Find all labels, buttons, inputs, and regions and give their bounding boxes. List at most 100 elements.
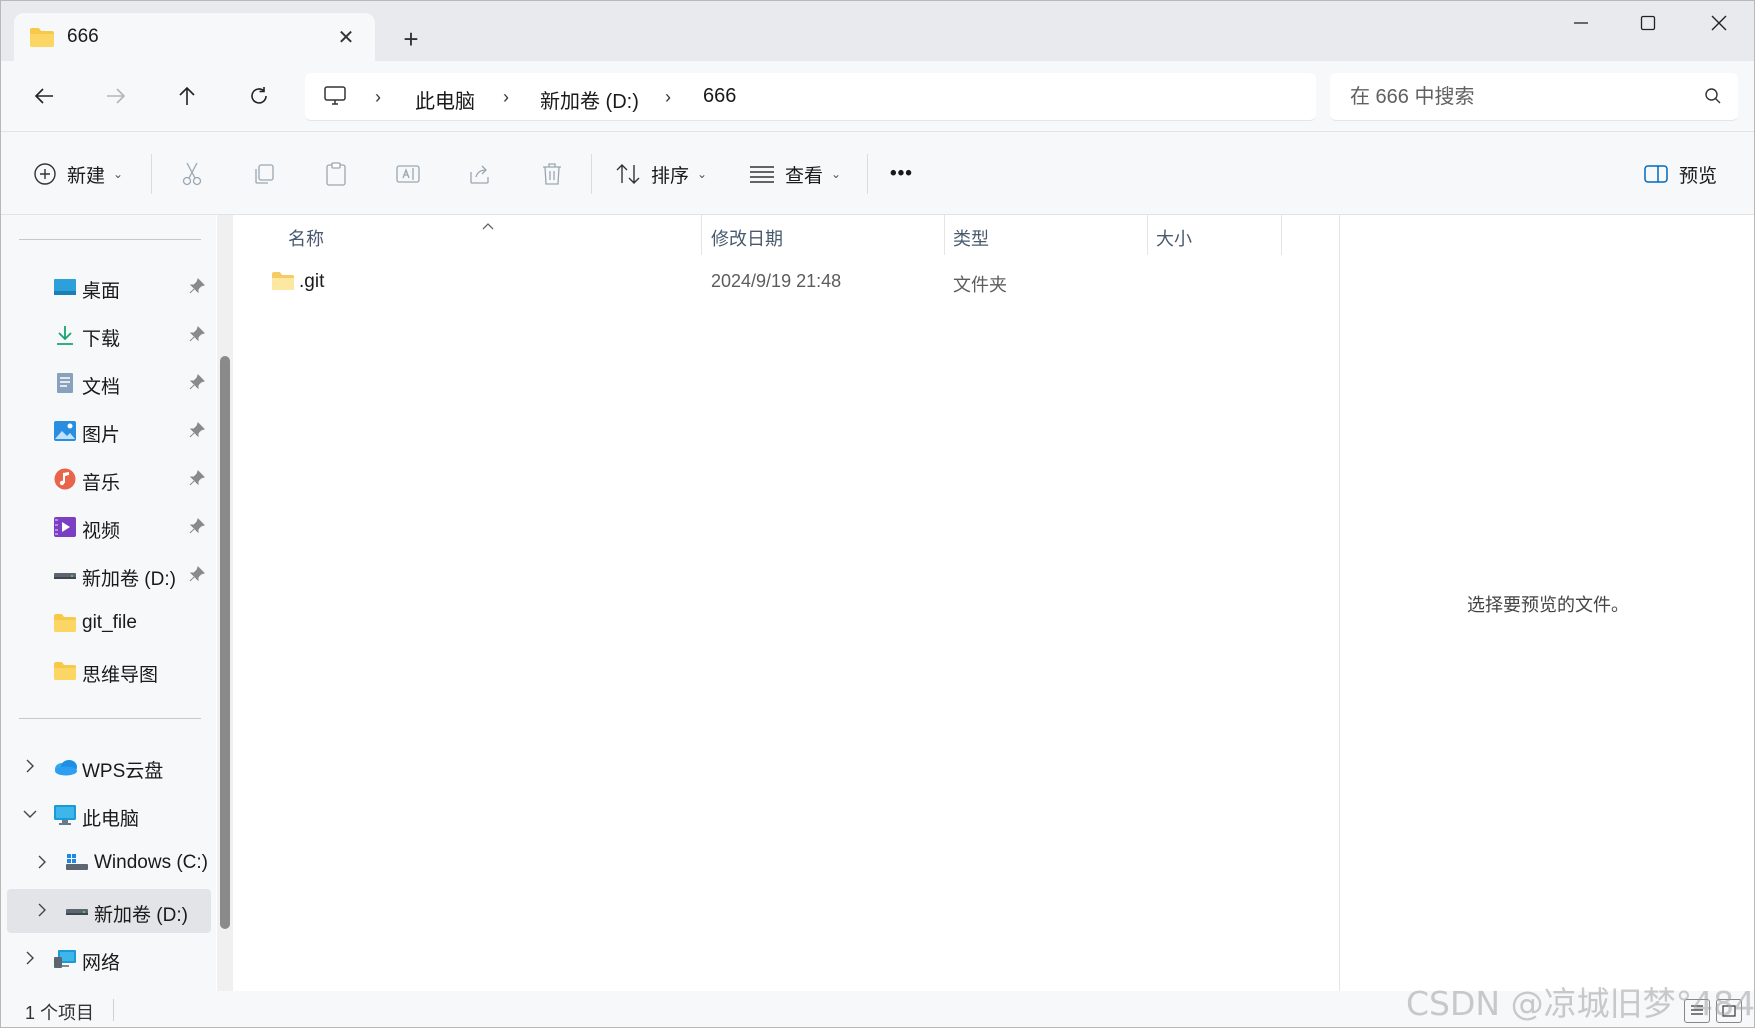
preview-pane-icon [1644,165,1668,183]
sidebar-item-label: 思维导图 [82,665,159,686]
cut-button[interactable] [178,160,206,188]
arrow-up-icon [179,86,195,105]
file-name: .git [299,271,325,292]
forward-button[interactable] [96,76,136,116]
sidebar-item-git-file[interactable]: git_file [7,601,211,645]
preview-pane-button[interactable]: 预览 [1643,152,1717,196]
sort-button[interactable]: 排序 ⌄ [615,152,707,196]
copy-button[interactable] [250,160,278,188]
pin-icon[interactable] [189,374,205,395]
column-separator[interactable] [701,215,702,255]
up-button[interactable] [167,76,207,116]
breadcrumb-666[interactable]: 666 [703,85,736,108]
view-button[interactable]: 查看 ⌄ [749,152,841,196]
clipboard-icon [326,162,346,186]
breadcrumb-this-pc[interactable]: 此电脑 [415,85,475,114]
delete-button[interactable] [538,160,566,188]
share-button[interactable] [466,160,494,188]
folder-icon [271,271,295,296]
pin-icon[interactable] [189,278,205,299]
pin-icon[interactable] [189,470,205,491]
sidebar-item-label: 下载 [82,329,121,350]
chevron-down-icon: ⌄ [697,167,708,181]
sidebar-item-drive-d-tree[interactable]: 新加卷 (D:) [7,889,211,933]
column-header-modified[interactable]: 修改日期 [711,225,783,251]
rename-button[interactable] [394,160,422,188]
sidebar-item-pictures[interactable]: 图片 [7,409,211,453]
chevron-right-icon: › [375,87,381,107]
sidebar-item-music[interactable]: 音乐 [7,457,211,501]
search-input[interactable] [1350,83,1690,111]
item-count: 1 个项目 [25,1003,95,1023]
column-header-size[interactable]: 大小 [1156,225,1192,251]
column-separator[interactable] [1281,215,1282,255]
sidebar-item-desktop[interactable]: 桌面 [7,265,211,309]
sidebar-item-videos[interactable]: 视频 [7,505,211,549]
chevron-right-icon[interactable] [21,949,39,967]
sidebar-item-label: 文档 [82,377,121,398]
maximize-icon [1640,15,1656,31]
more-options-button[interactable]: ••• [890,152,913,196]
copy-icon [255,164,274,184]
sidebar-item-label: 网络 [82,953,121,974]
column-header-name[interactable]: 名称 [288,225,324,251]
download-icon [53,324,77,346]
pin-icon[interactable] [189,518,205,539]
folder-icon [53,612,77,634]
sidebar-item-label: 桌面 [82,281,121,302]
chevron-down-icon[interactable] [21,805,39,823]
pin-icon[interactable] [189,566,205,587]
drive-icon [53,564,77,586]
file-modified-date: 2024/9/19 21:48 [711,271,842,291]
sort-label: 排序 [651,165,690,187]
table-row[interactable]: .git 2024/9/19 21:48 文件夹 [241,261,1281,301]
music-icon [53,468,77,490]
file-list: 名称 修改日期 类型 大小 .git 2024/9/19 21:48 文件夹 [241,215,1339,991]
sidebar-item-drive-d[interactable]: 新加卷 (D:) [7,553,211,597]
address-bar[interactable]: › 此电脑 › 新加卷 (D:) › 666 [305,73,1316,121]
refresh-button[interactable] [239,76,279,116]
new-label: 新建 [67,165,106,187]
close-tab-button[interactable]: ✕ [331,22,361,52]
windows-drive-icon [65,852,89,874]
divider [113,999,114,1021]
sidebar-item-documents[interactable]: 文档 [7,361,211,405]
divider [19,718,201,719]
arrow-left-icon [34,88,53,104]
sidebar-item-downloads[interactable]: 下载 [7,313,211,357]
document-icon [53,372,77,394]
chevron-right-icon[interactable] [33,853,51,871]
folder-icon [53,660,77,682]
sidebar-item-label: 新加卷 (D:) [94,905,188,926]
close-window-button[interactable] [1684,1,1754,45]
chevron-right-icon[interactable] [21,757,39,775]
breadcrumb-drive-d[interactable]: 新加卷 (D:) [540,85,639,114]
pin-icon[interactable] [189,326,205,347]
back-button[interactable] [24,76,64,116]
paste-button[interactable] [322,160,350,188]
sidebar-item-label: 视频 [82,521,121,542]
new-button[interactable]: 新建 ⌄ [33,152,123,196]
sidebar-item-wps-cloud[interactable]: WPS云盘 [7,745,211,789]
chevron-down-icon: ⌄ [831,167,842,181]
sidebar-item-mindmap[interactable]: 思维导图 [7,649,211,693]
pin-icon[interactable] [189,422,205,443]
chevron-right-icon[interactable] [33,901,51,919]
view-label: 查看 [785,165,824,187]
maximize-button[interactable] [1613,1,1683,45]
divider [867,154,868,194]
sidebar-item-network[interactable]: 网络 [7,937,211,981]
column-header-type[interactable]: 类型 [953,225,989,251]
column-separator[interactable] [944,215,945,255]
column-separator[interactable] [1147,215,1148,255]
new-tab-button[interactable]: + [393,21,429,57]
sidebar-item-label: 新加卷 (D:) [82,569,176,590]
sidebar-item-label: WPS云盘 [82,761,164,782]
cloud-icon [53,756,77,778]
sidebar-item-this-pc[interactable]: 此电脑 [7,793,211,837]
search-icon[interactable] [1704,87,1722,110]
minimize-button[interactable] [1546,1,1616,45]
share-icon [470,165,489,184]
sidebar-item-windows-c[interactable]: Windows (C:) [7,841,211,885]
sidebar-scroll-thumb[interactable] [220,356,230,929]
